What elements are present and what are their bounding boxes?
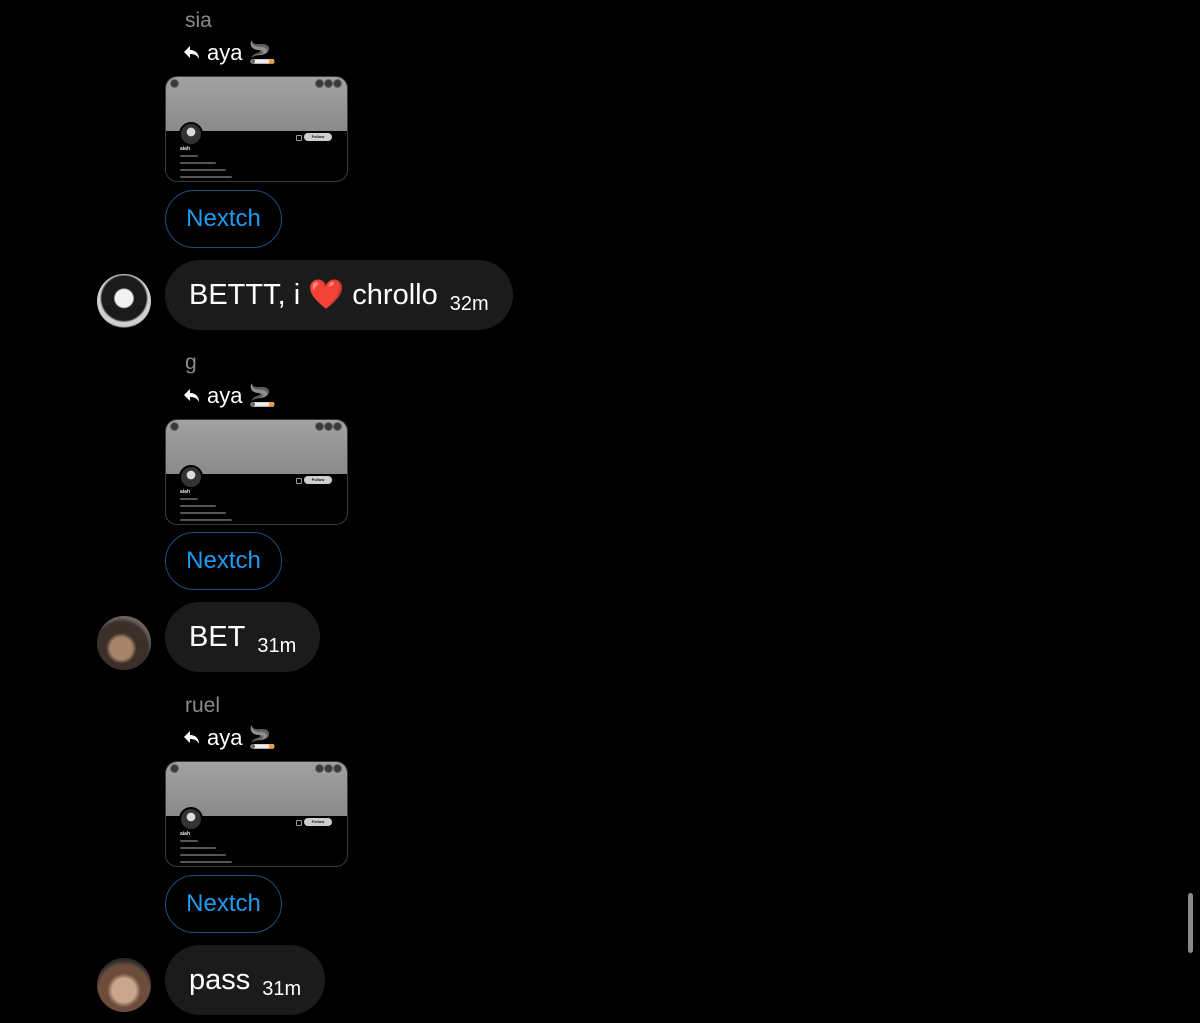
scrollbar[interactable] [1188, 893, 1193, 953]
avatar[interactable] [97, 958, 151, 1012]
heart-emoji: ❤️ [308, 279, 345, 311]
card-joined [180, 169, 226, 171]
card-action-icon [315, 422, 324, 431]
avatar[interactable] [97, 274, 151, 328]
card-action-icon [324, 79, 333, 88]
card-joined [180, 854, 226, 856]
avatar[interactable] [97, 616, 151, 670]
reply-author: aya [207, 383, 243, 408]
reply-reference[interactable]: aya 🚬 [183, 723, 276, 753]
card-follow-counts [180, 861, 232, 863]
message-text: chrollo [352, 278, 438, 311]
cigarette-emoji: 🚬 [248, 383, 276, 408]
message-timestamp: 32m [449, 292, 489, 315]
card-back-icon [170, 764, 179, 773]
sender-name: ruel [185, 694, 221, 717]
card-notify-icon [296, 135, 302, 141]
nextch-chip[interactable]: Nextch [165, 190, 282, 248]
profile-card-attachment[interactable]: Follow aiah [165, 76, 348, 182]
card-notify-icon [296, 478, 302, 484]
message-timestamp: 31m [257, 634, 297, 657]
profile-card-attachment[interactable]: Follow aiah [165, 761, 348, 867]
card-follow-button: Follow [304, 818, 332, 826]
card-action-icon [315, 79, 324, 88]
cigarette-emoji: 🚬 [248, 725, 276, 750]
card-avatar [179, 807, 203, 831]
sender-name: g [185, 351, 197, 374]
reply-reference[interactable]: aya 🚬 [183, 38, 276, 68]
card-more-icon [333, 764, 342, 773]
message-text: pass [189, 963, 251, 996]
card-follow-counts [180, 176, 232, 178]
card-avatar [179, 122, 203, 146]
card-bio [180, 847, 216, 849]
card-handle [180, 155, 198, 157]
message-bubble[interactable]: BET 31m [165, 602, 321, 672]
card-action-icon [324, 764, 333, 773]
cigarette-emoji: 🚬 [248, 40, 276, 65]
card-bio [180, 162, 216, 164]
card-action-icon [324, 422, 333, 431]
reply-reference[interactable]: aya 🚬 [183, 381, 276, 411]
reply-arrow-icon [183, 45, 201, 61]
card-profile-name: aiah [180, 146, 191, 152]
message-timestamp: 31m [262, 977, 302, 1000]
reply-arrow-icon [183, 388, 201, 404]
profile-card-attachment[interactable]: Follow aiah [165, 419, 348, 525]
card-back-icon [170, 79, 179, 88]
nextch-chip[interactable]: Nextch [165, 532, 282, 590]
card-avatar [179, 465, 203, 489]
reply-author: aya [207, 40, 243, 65]
card-action-icon [315, 764, 324, 773]
message-bubble[interactable]: pass 31m [165, 945, 326, 1015]
sender-name: sia [185, 9, 212, 32]
card-follow-counts [180, 519, 232, 521]
card-follow-button: Follow [304, 133, 332, 141]
card-more-icon [333, 79, 342, 88]
card-more-icon [333, 422, 342, 431]
card-profile-name: aiah [180, 831, 191, 837]
card-handle [180, 840, 198, 842]
card-bio [180, 505, 216, 507]
message-text: BETTT, i [189, 278, 301, 311]
card-handle [180, 498, 198, 500]
card-profile-name: aiah [180, 489, 191, 495]
card-back-icon [170, 422, 179, 431]
reply-arrow-icon [183, 730, 201, 746]
reply-author: aya [207, 725, 243, 750]
card-joined [180, 512, 226, 514]
card-notify-icon [296, 820, 302, 826]
message-bubble[interactable]: BETTT, i ❤️ chrollo 32m [165, 260, 513, 330]
nextch-chip[interactable]: Nextch [165, 875, 282, 933]
card-follow-button: Follow [304, 476, 332, 484]
message-text: BET [189, 620, 246, 653]
